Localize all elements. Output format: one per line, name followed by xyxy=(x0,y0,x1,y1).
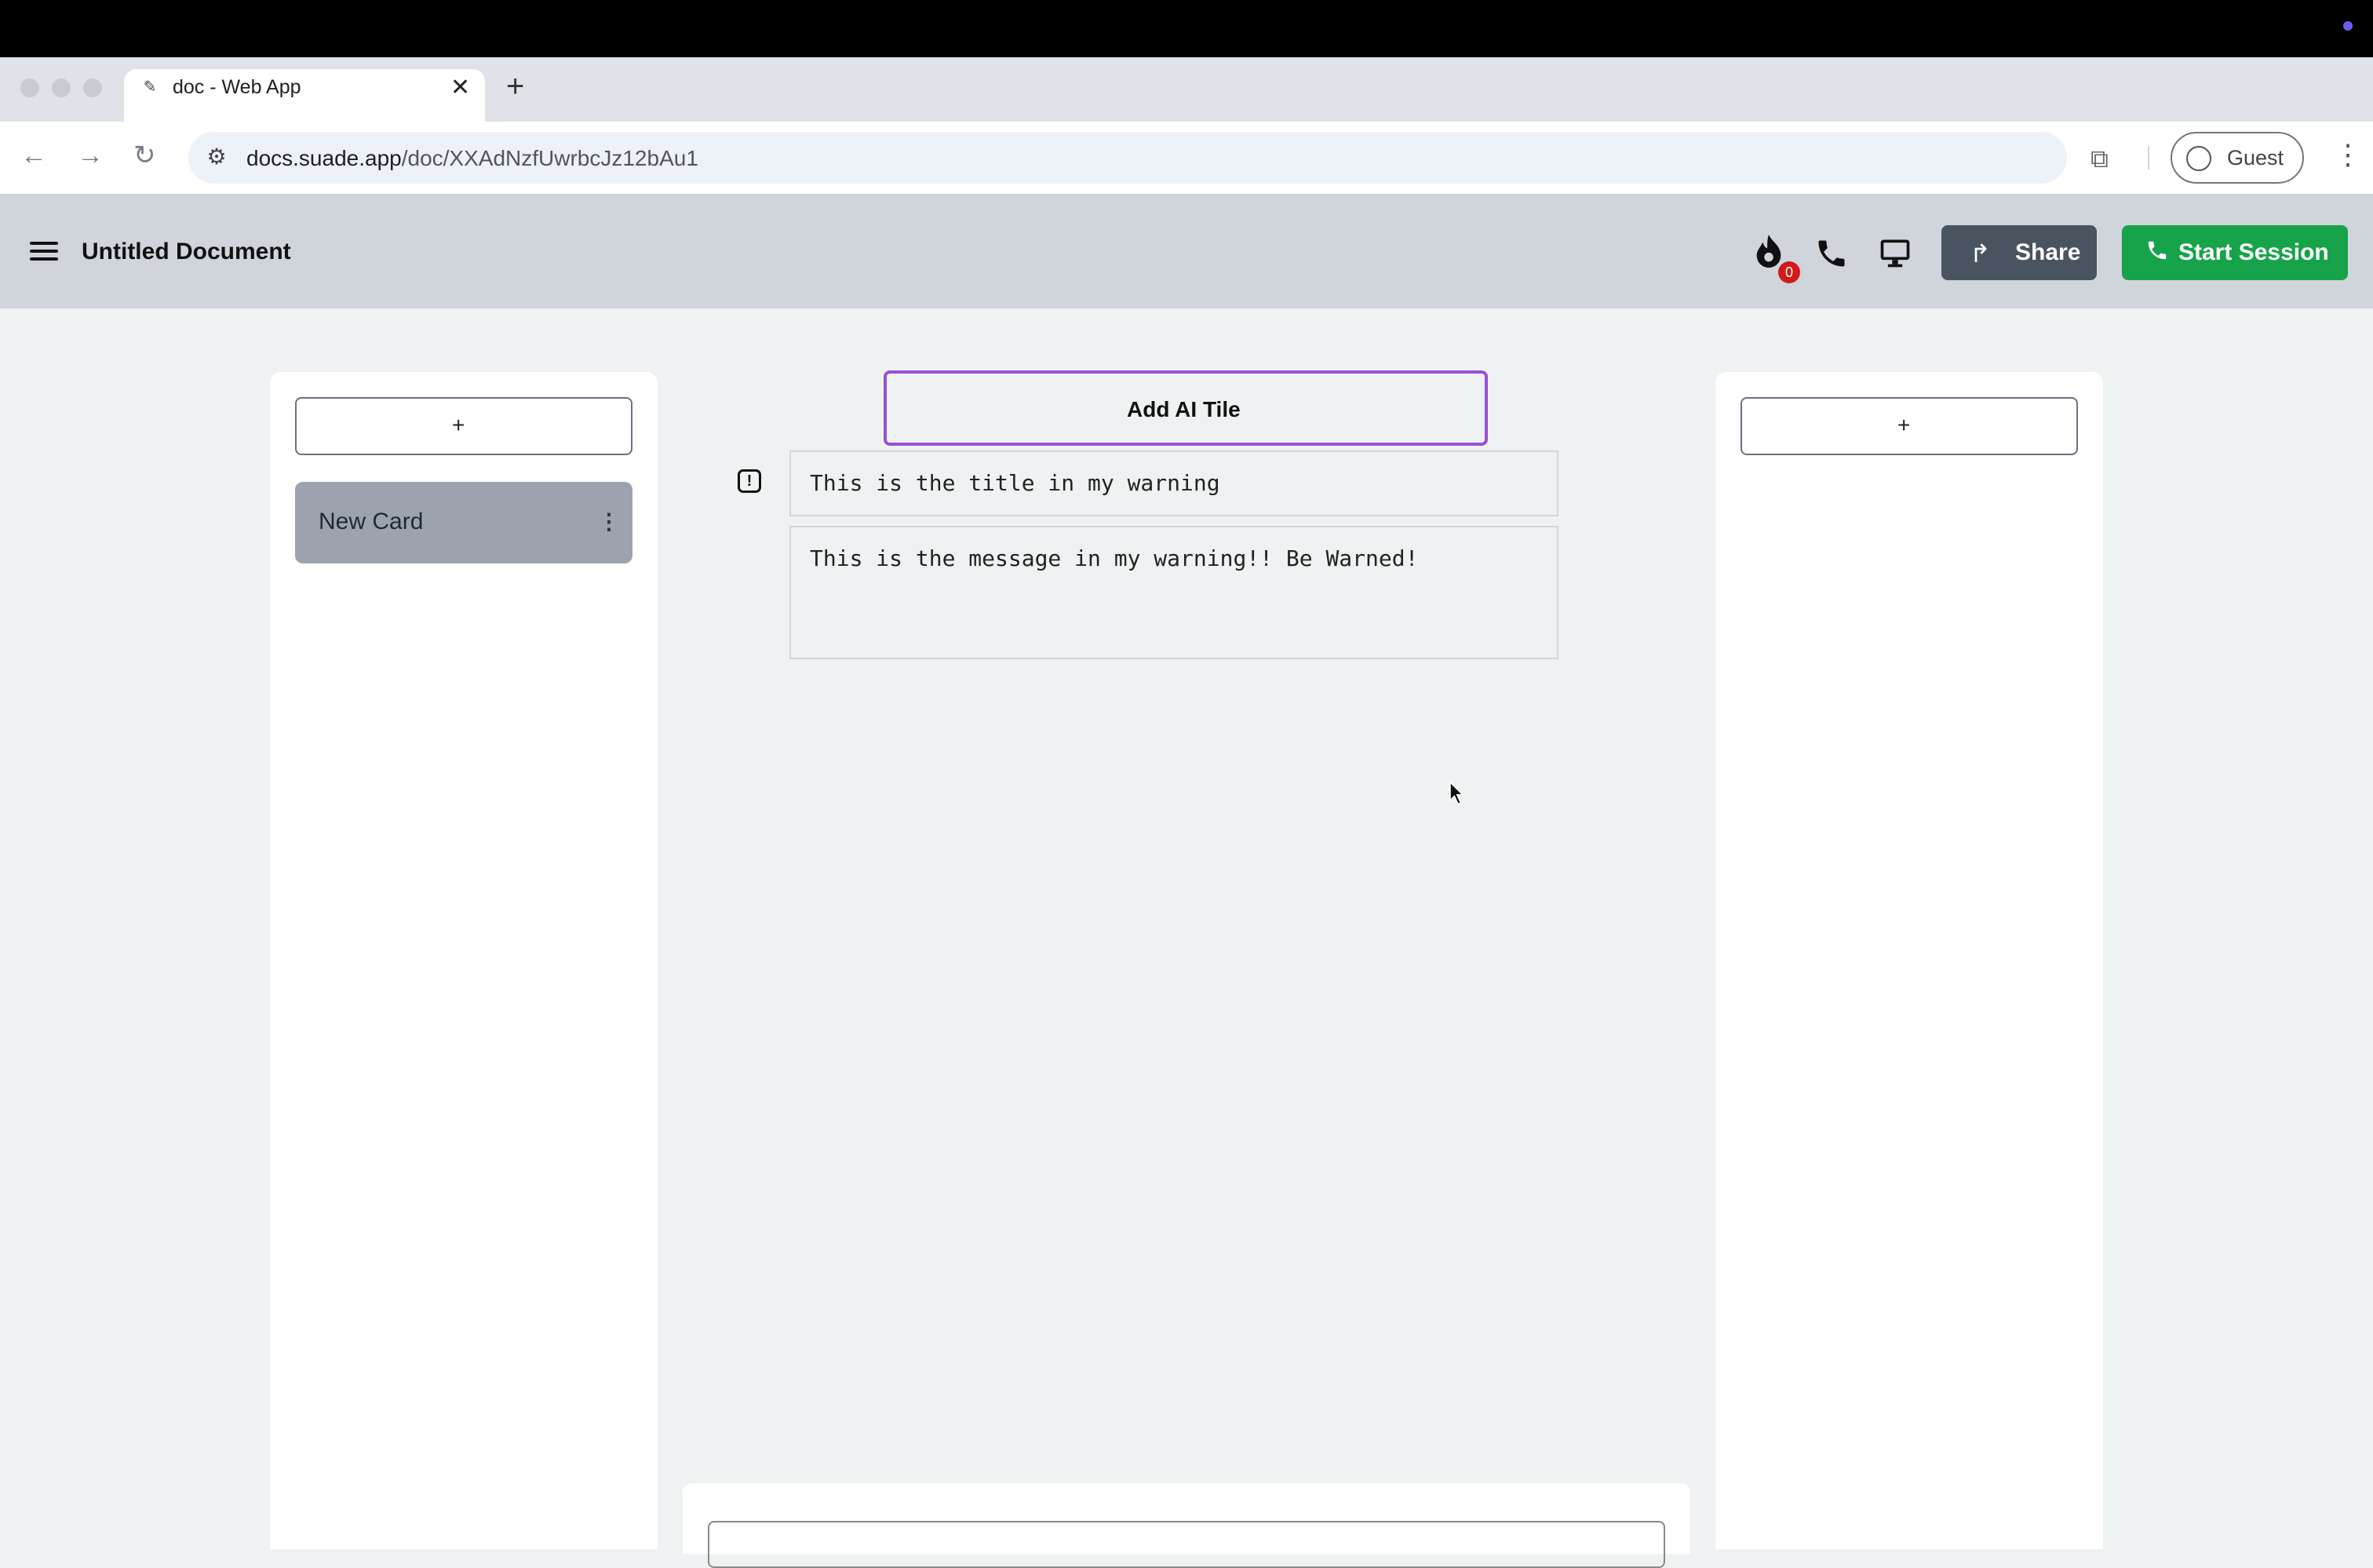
url-path: /doc/XXAdNzfUwrbcJz12bAu1 xyxy=(401,146,698,170)
add-card-plus-icon: + xyxy=(452,413,465,437)
share-button-label: Share xyxy=(2015,239,2081,265)
card-menu-icon[interactable]: ⋮ xyxy=(598,509,620,534)
tab-title: doc - Web App xyxy=(173,76,301,98)
forward-arrow-icon[interactable]: → xyxy=(77,140,104,171)
warning-title-text: This is the title in my warning xyxy=(810,470,1220,496)
url-host: docs.suade.app xyxy=(246,146,402,170)
status-dot-icon xyxy=(2343,21,2353,31)
document-title[interactable]: Untitled Document xyxy=(82,239,291,265)
new-tab-button[interactable]: + xyxy=(506,71,524,102)
mouse-cursor-icon xyxy=(1449,780,1465,805)
hamburger-menu-icon[interactable] xyxy=(30,242,58,261)
window-close-control[interactable] xyxy=(20,78,39,97)
flame-icon[interactable] xyxy=(1753,233,1784,269)
window-minimize-control[interactable] xyxy=(52,78,71,97)
add-ai-tile-label: Add AI Tile xyxy=(1127,397,1241,421)
reload-icon[interactable]: ↻ xyxy=(133,140,156,171)
streak-count-badge: 0 xyxy=(1778,261,1800,283)
bottom-input-field[interactable] xyxy=(708,1521,1665,1568)
window-zoom-control[interactable] xyxy=(83,78,102,97)
toolbar-divider xyxy=(2148,146,2149,170)
add-card-plus-icon: + xyxy=(1897,413,1911,437)
phone-icon xyxy=(2148,241,2167,260)
start-session-label: Start Session xyxy=(2178,239,2329,265)
right-card-column xyxy=(1715,372,2103,1549)
tab-close-icon[interactable]: ✕ xyxy=(450,74,470,101)
cast-search-icon[interactable]: ⧉ xyxy=(2090,144,2109,174)
url-text[interactable]: docs.suade.app/doc/XXAdNzfUwrbcJz12bAu1 xyxy=(246,146,698,171)
card-label: New Card xyxy=(319,509,424,534)
share-arrow-icon: ↱ xyxy=(1970,239,1991,268)
profile-avatar-icon xyxy=(2186,146,2211,171)
warning-message-text: This is the message in my warning!! Be W… xyxy=(810,545,1419,571)
back-arrow-icon[interactable]: ← xyxy=(20,140,47,171)
site-settings-icon[interactable]: ⚙ xyxy=(201,141,232,173)
os-menu-bar xyxy=(0,0,2373,57)
phone-icon[interactable] xyxy=(1814,236,1849,271)
monitor-icon[interactable] xyxy=(1877,235,1913,270)
profile-label: Guest xyxy=(2227,146,2284,170)
pen-icon: ✎ xyxy=(143,78,157,96)
browser-menu-icon[interactable]: ⋮ xyxy=(2334,138,2362,171)
warning-icon: ! xyxy=(738,469,761,493)
